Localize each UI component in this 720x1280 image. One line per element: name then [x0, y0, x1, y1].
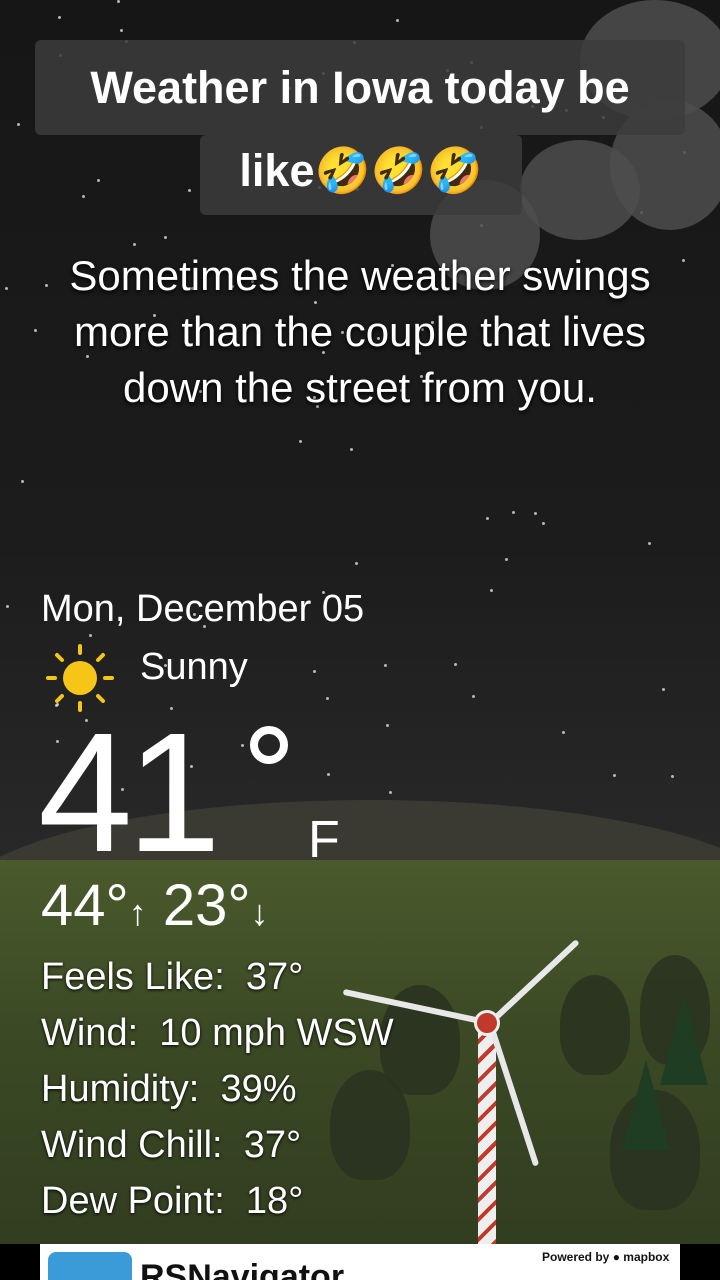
star: [327, 773, 330, 776]
low-temperature: 23°: [162, 873, 251, 938]
powered-by-label: Powered by ● mapbox: [542, 1250, 670, 1264]
degree-symbol: [250, 726, 288, 764]
star: [671, 775, 674, 778]
arrow-up-icon: ↑: [128, 892, 147, 933]
detail-label: Wind:: [41, 1012, 139, 1054]
star: [188, 189, 191, 192]
caption-text: Sometimes the weather swings more than t…: [69, 252, 651, 411]
wind-turbine-hub: [474, 1010, 500, 1036]
tree: [330, 1070, 410, 1180]
star: [97, 179, 100, 182]
detail-value: 37°: [243, 1124, 302, 1166]
detail-value: 39%: [220, 1068, 297, 1110]
star: [17, 123, 20, 126]
star: [313, 670, 316, 673]
star: [326, 697, 329, 700]
star: [21, 480, 24, 483]
star: [389, 791, 392, 794]
star: [542, 522, 545, 525]
star: [241, 744, 244, 747]
temperature-unit: F: [308, 811, 340, 869]
star: [613, 774, 616, 777]
star: [396, 19, 399, 22]
app-icon[interactable]: [48, 1252, 132, 1280]
star: [164, 236, 167, 239]
star: [350, 448, 353, 451]
detail-value: 10 mph WSW: [159, 1012, 394, 1054]
ad-title[interactable]: RSNavigator: [140, 1258, 344, 1280]
star: [355, 562, 358, 565]
video-title-line-2: like🤣🤣🤣: [200, 135, 522, 215]
star: [384, 664, 387, 667]
star: [512, 511, 515, 514]
star: [486, 517, 489, 520]
star: [82, 195, 85, 198]
weather-date: Mon, December 05: [41, 588, 365, 630]
star: [682, 259, 685, 262]
detail-wind-chill: Wind Chill: 37°: [41, 1124, 301, 1167]
star: [648, 542, 651, 545]
star: [562, 731, 565, 734]
star: [34, 329, 37, 332]
star: [472, 695, 475, 698]
detail-humidity: Humidity: 39%: [41, 1068, 297, 1111]
star: [89, 634, 92, 637]
star: [454, 663, 457, 666]
star: [505, 558, 508, 561]
star: [490, 589, 493, 592]
current-temperature: 41: [38, 698, 221, 888]
star: [662, 688, 665, 691]
star: [299, 440, 302, 443]
detail-value: 37°: [245, 956, 304, 998]
star: [117, 0, 120, 3]
star: [534, 512, 537, 515]
high-temperature: 44°: [41, 873, 129, 938]
star: [120, 29, 123, 32]
detail-dew-point: Dew Point: 18°: [41, 1180, 303, 1223]
detail-wind: Wind: 10 mph WSW: [41, 1012, 394, 1055]
detail-value: 18°: [245, 1180, 304, 1222]
pine-tree: [660, 995, 708, 1085]
video-title-line-1: Weather in Iowa today be: [35, 40, 685, 135]
detail-feels-like: Feels Like: 37°: [41, 956, 303, 999]
star: [5, 287, 8, 290]
detail-label: Humidity:: [41, 1068, 200, 1110]
tree: [560, 975, 630, 1075]
star: [58, 16, 61, 19]
arrow-down-icon: ↓: [250, 892, 269, 933]
star: [133, 243, 136, 246]
star: [386, 724, 389, 727]
wind-turbine-pole: [478, 1025, 496, 1255]
detail-label: Feels Like:: [41, 956, 225, 998]
detail-label: Wind Chill:: [41, 1124, 223, 1166]
star: [6, 605, 9, 608]
ad-banner[interactable]: RSNavigator Powered by ● mapbox: [40, 1244, 680, 1280]
detail-label: Dew Point:: [41, 1180, 225, 1222]
high-low-temperature: 44°↑ 23°↓: [41, 872, 269, 939]
weather-condition: Sunny: [140, 646, 248, 688]
